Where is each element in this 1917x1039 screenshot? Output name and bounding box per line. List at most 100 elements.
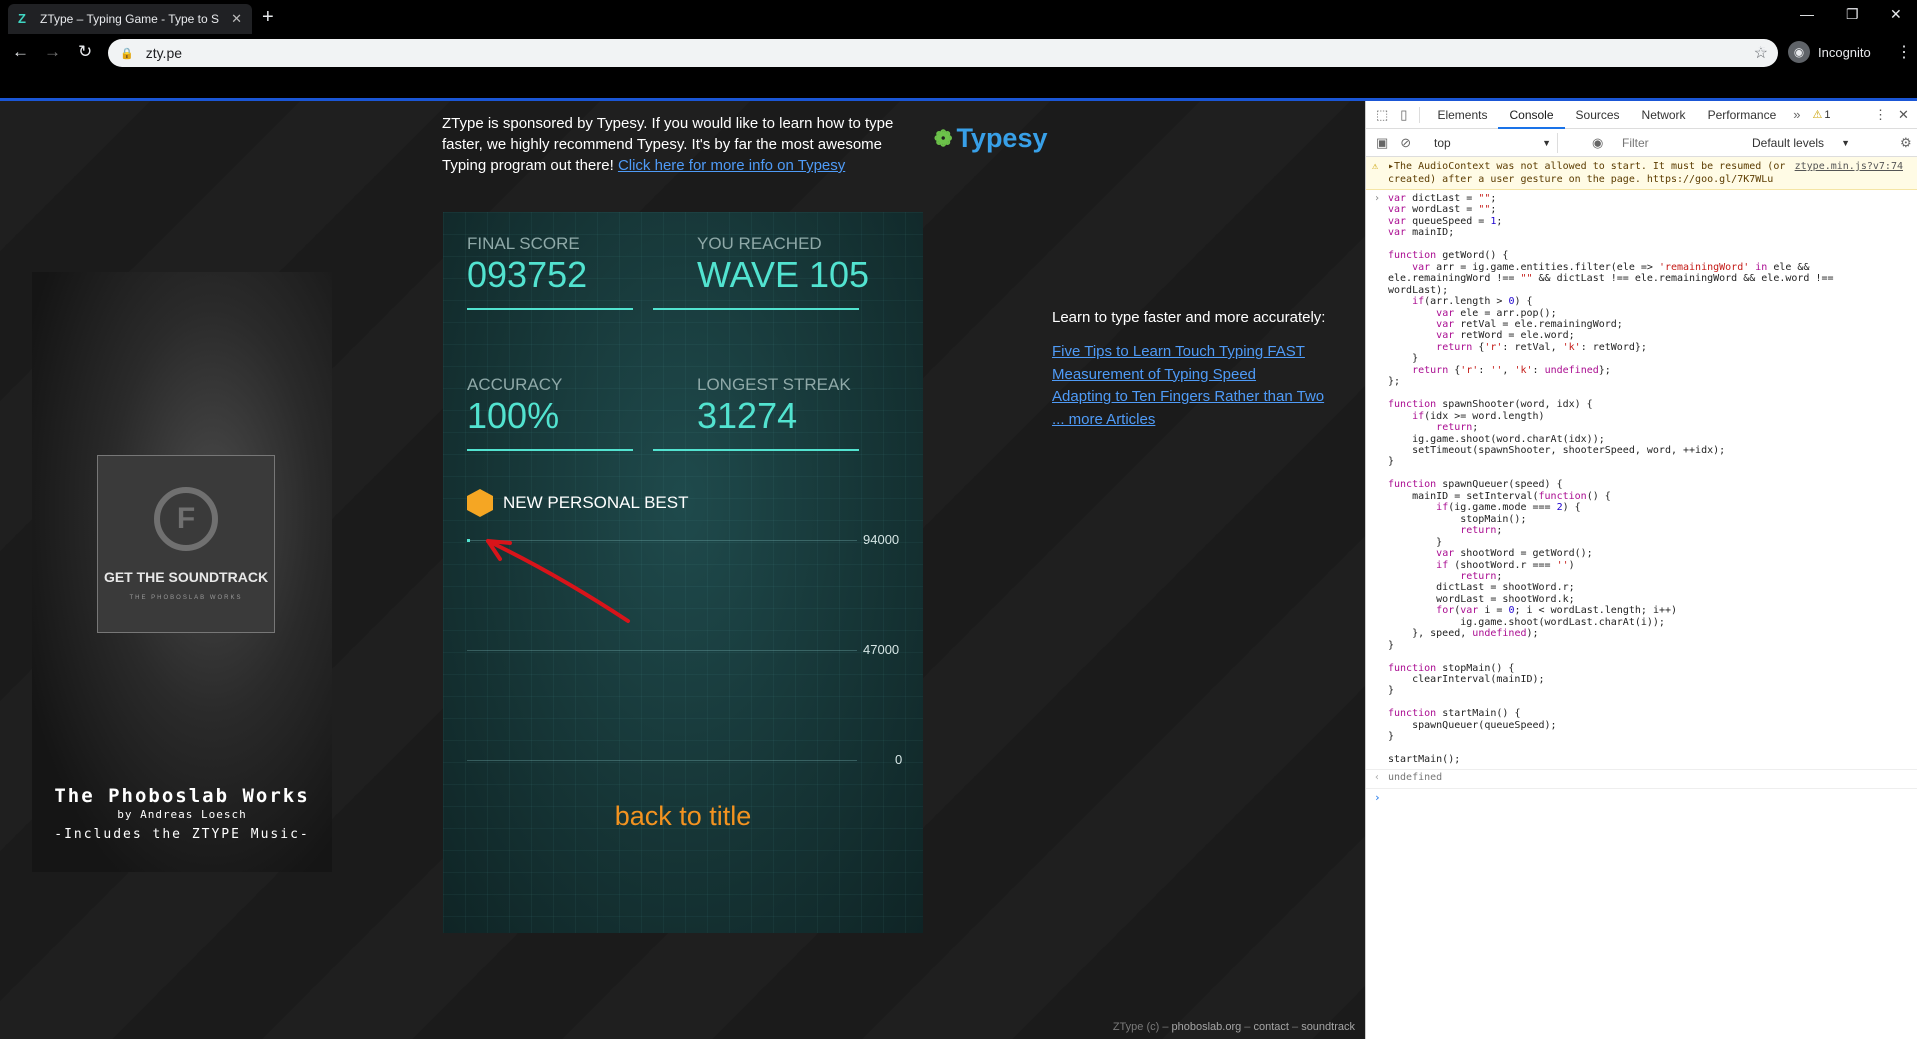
tab-console[interactable]: Console (1498, 101, 1565, 129)
divider (653, 449, 859, 451)
result-value: undefined (1388, 771, 1443, 783)
sidebar-toggle-icon[interactable]: ▣ (1376, 135, 1388, 151)
reached-value: WAVE 105 (697, 254, 870, 295)
tab-performance[interactable]: Performance (1697, 101, 1788, 129)
soundtrack-title: The Phoboslab Works (54, 785, 310, 807)
soundtrack-author: by Andreas Loesch (117, 808, 247, 821)
inspect-icon[interactable]: ⬚ (1376, 107, 1388, 123)
warning-source-link[interactable]: ztype.min.js?v7:74 (1795, 160, 1903, 173)
result-arrow-icon: ‹ (1374, 771, 1381, 783)
console-warning: ⚠ ztype.min.js?v7:74 ▸The AudioContext w… (1366, 157, 1917, 190)
article-links: Five Tips to Learn Touch Typing FAST Mea… (1052, 341, 1324, 431)
clear-console-icon[interactable]: ⊘ (1400, 135, 1411, 151)
footer-contact-link[interactable]: contact (1253, 1021, 1288, 1033)
more-tabs-icon[interactable]: » (1793, 107, 1800, 122)
menu-icon[interactable]: ⋮ (1896, 42, 1912, 62)
new-tab-icon[interactable]: + (262, 6, 274, 29)
phoboslab-logo-icon: F (154, 487, 218, 551)
devtools-close-icon[interactable]: ✕ (1898, 107, 1909, 123)
tab-title: ZType – Typing Game - Type to S (40, 12, 219, 26)
footer-separator: – (1288, 1021, 1302, 1033)
soundtrack-box-subtitle: THE PHOBOSLAB WORKS (129, 595, 243, 601)
levels-value: Default levels (1752, 136, 1825, 150)
graph-min-label: 0 (895, 752, 903, 767)
article-link-measurement[interactable]: Measurement of Typing Speed (1052, 364, 1324, 387)
tab-strip: Z ZType – Typing Game - Type to S ✕ + — … (0, 0, 1917, 34)
soundtrack-box[interactable]: F GET THE SOUNDTRACK THE PHOBOSLAB WORKS (97, 455, 275, 633)
soundtrack-includes: -Includes the ZTYPE Music- (54, 827, 310, 842)
back-arrow-icon[interactable]: ← (12, 42, 29, 62)
console-filter-input[interactable] (1616, 133, 1736, 153)
eye-icon[interactable]: ◉ (1592, 135, 1603, 151)
ztype-favicon-icon: Z (18, 11, 26, 26)
chevron-down-icon: ▼ (1542, 138, 1551, 148)
incognito-icon: ◉ (1788, 41, 1810, 63)
incognito-label: Incognito (1818, 44, 1871, 60)
accuracy-value: 100% (467, 395, 560, 436)
minimize-icon[interactable]: — (1800, 6, 1814, 22)
chevron-down-icon: ▼ (1841, 138, 1850, 148)
restore-icon[interactable]: ❐ (1846, 6, 1859, 23)
warning-count[interactable]: 1 (1824, 109, 1830, 121)
sponsor-notice: ZType is sponsored by Typesy. If you wou… (442, 113, 912, 176)
warning-icon: ⚠ (1372, 161, 1379, 172)
accuracy-label: ACCURACY (467, 375, 563, 394)
reached-label: YOU REACHED (697, 234, 822, 253)
get-soundtrack-label: GET THE SOUNDTRACK (103, 569, 269, 585)
article-link-five-tips[interactable]: Five Tips to Learn Touch Typing FAST (1052, 341, 1324, 364)
typesy-logo-text: Typesy (956, 123, 1048, 153)
warning-icon[interactable]: ⚠ (1813, 108, 1823, 121)
gear-icon[interactable]: ⚙ (1900, 135, 1912, 151)
levels-select[interactable]: Default levels ▼ (1746, 133, 1856, 153)
context-value: top (1434, 136, 1451, 150)
article-link-more[interactable]: ... more Articles (1052, 409, 1324, 432)
devtools-tabbar: ⬚ ▯ Elements Console Sources Network Per… (1366, 101, 1917, 129)
browser-tab[interactable]: Z ZType – Typing Game - Type to S ✕ (8, 4, 252, 34)
final-score-value: 093752 (467, 254, 588, 295)
back-to-title-button[interactable]: back to title (443, 801, 923, 832)
input-chevron-icon: › (1374, 193, 1381, 204)
reload-icon[interactable]: ↻ (78, 42, 92, 62)
typesy-info-link[interactable]: Click here for more info on Typesy (618, 157, 845, 174)
page-top-strip (0, 70, 1917, 98)
console-input-code[interactable]: › var dictLast = ""; var wordLast = ""; v… (1366, 190, 1917, 770)
lock-icon: 🔒 (120, 47, 134, 60)
tab-sources[interactable]: Sources (1565, 101, 1631, 129)
close-icon[interactable]: ✕ (231, 11, 242, 27)
tab-elements[interactable]: Elements (1426, 101, 1498, 129)
graph-gridline (467, 760, 857, 761)
final-score-label: FINAL SCORE (467, 234, 580, 253)
url-text: zty.pe (145, 45, 183, 61)
typesy-leaf-icon: ❁ (934, 125, 953, 151)
context-select[interactable]: top ▼ (1428, 133, 1558, 153)
media-icon[interactable]: ≡ (1758, 42, 1766, 57)
tab-network[interactable]: Network (1631, 101, 1697, 129)
typesy-logo[interactable]: ❁ Typesy (934, 123, 1047, 154)
article-link-ten-fingers[interactable]: Adapting to Ten Fingers Rather than Two (1052, 386, 1324, 409)
divider (467, 449, 633, 451)
divider (467, 308, 633, 310)
forward-arrow-icon[interactable]: → (44, 42, 61, 62)
page-content: ZType is sponsored by Typesy. If you wou… (0, 101, 1365, 1039)
streak-value: 31274 (697, 395, 798, 436)
footer-copyright: ZType (c) – (1112, 1021, 1172, 1033)
console-toolbar: ▣ ⊘ top ▼ ◉ Default levels ▼ ⚙ (1366, 129, 1917, 157)
devtools-panel: ⬚ ▯ Elements Console Sources Network Per… (1365, 101, 1917, 1039)
console-result: ‹ undefined (1366, 770, 1917, 789)
devtools-menu-icon[interactable]: ⋮ (1874, 107, 1887, 123)
divider (1419, 106, 1421, 123)
console-prompt[interactable]: › (1366, 789, 1917, 804)
soundtrack-ad[interactable]: F GET THE SOUNDTRACK THE PHOBOSLAB WORKS… (32, 272, 332, 872)
footer-phoboslab-link[interactable]: phoboslab.org (1172, 1021, 1242, 1033)
personal-best-label: NEW PERSONAL BEST (503, 493, 689, 512)
graph-gridline (467, 650, 857, 651)
address-bar[interactable]: 🔒 zty.pe ☆ (108, 39, 1778, 67)
divider (653, 308, 859, 310)
device-toggle-icon[interactable]: ▯ (1400, 107, 1407, 123)
footer: ZType (c) – phoboslab.org – contact – so… (1113, 1021, 1355, 1033)
incognito-indicator[interactable]: ◉ Incognito (1788, 39, 1871, 65)
graph-mid-label: 47000 (863, 642, 900, 657)
footer-soundtrack-link[interactable]: soundtrack (1301, 1021, 1355, 1033)
window-close-icon[interactable]: ✕ (1890, 6, 1902, 23)
graph-max-label: 94000 (863, 532, 900, 547)
